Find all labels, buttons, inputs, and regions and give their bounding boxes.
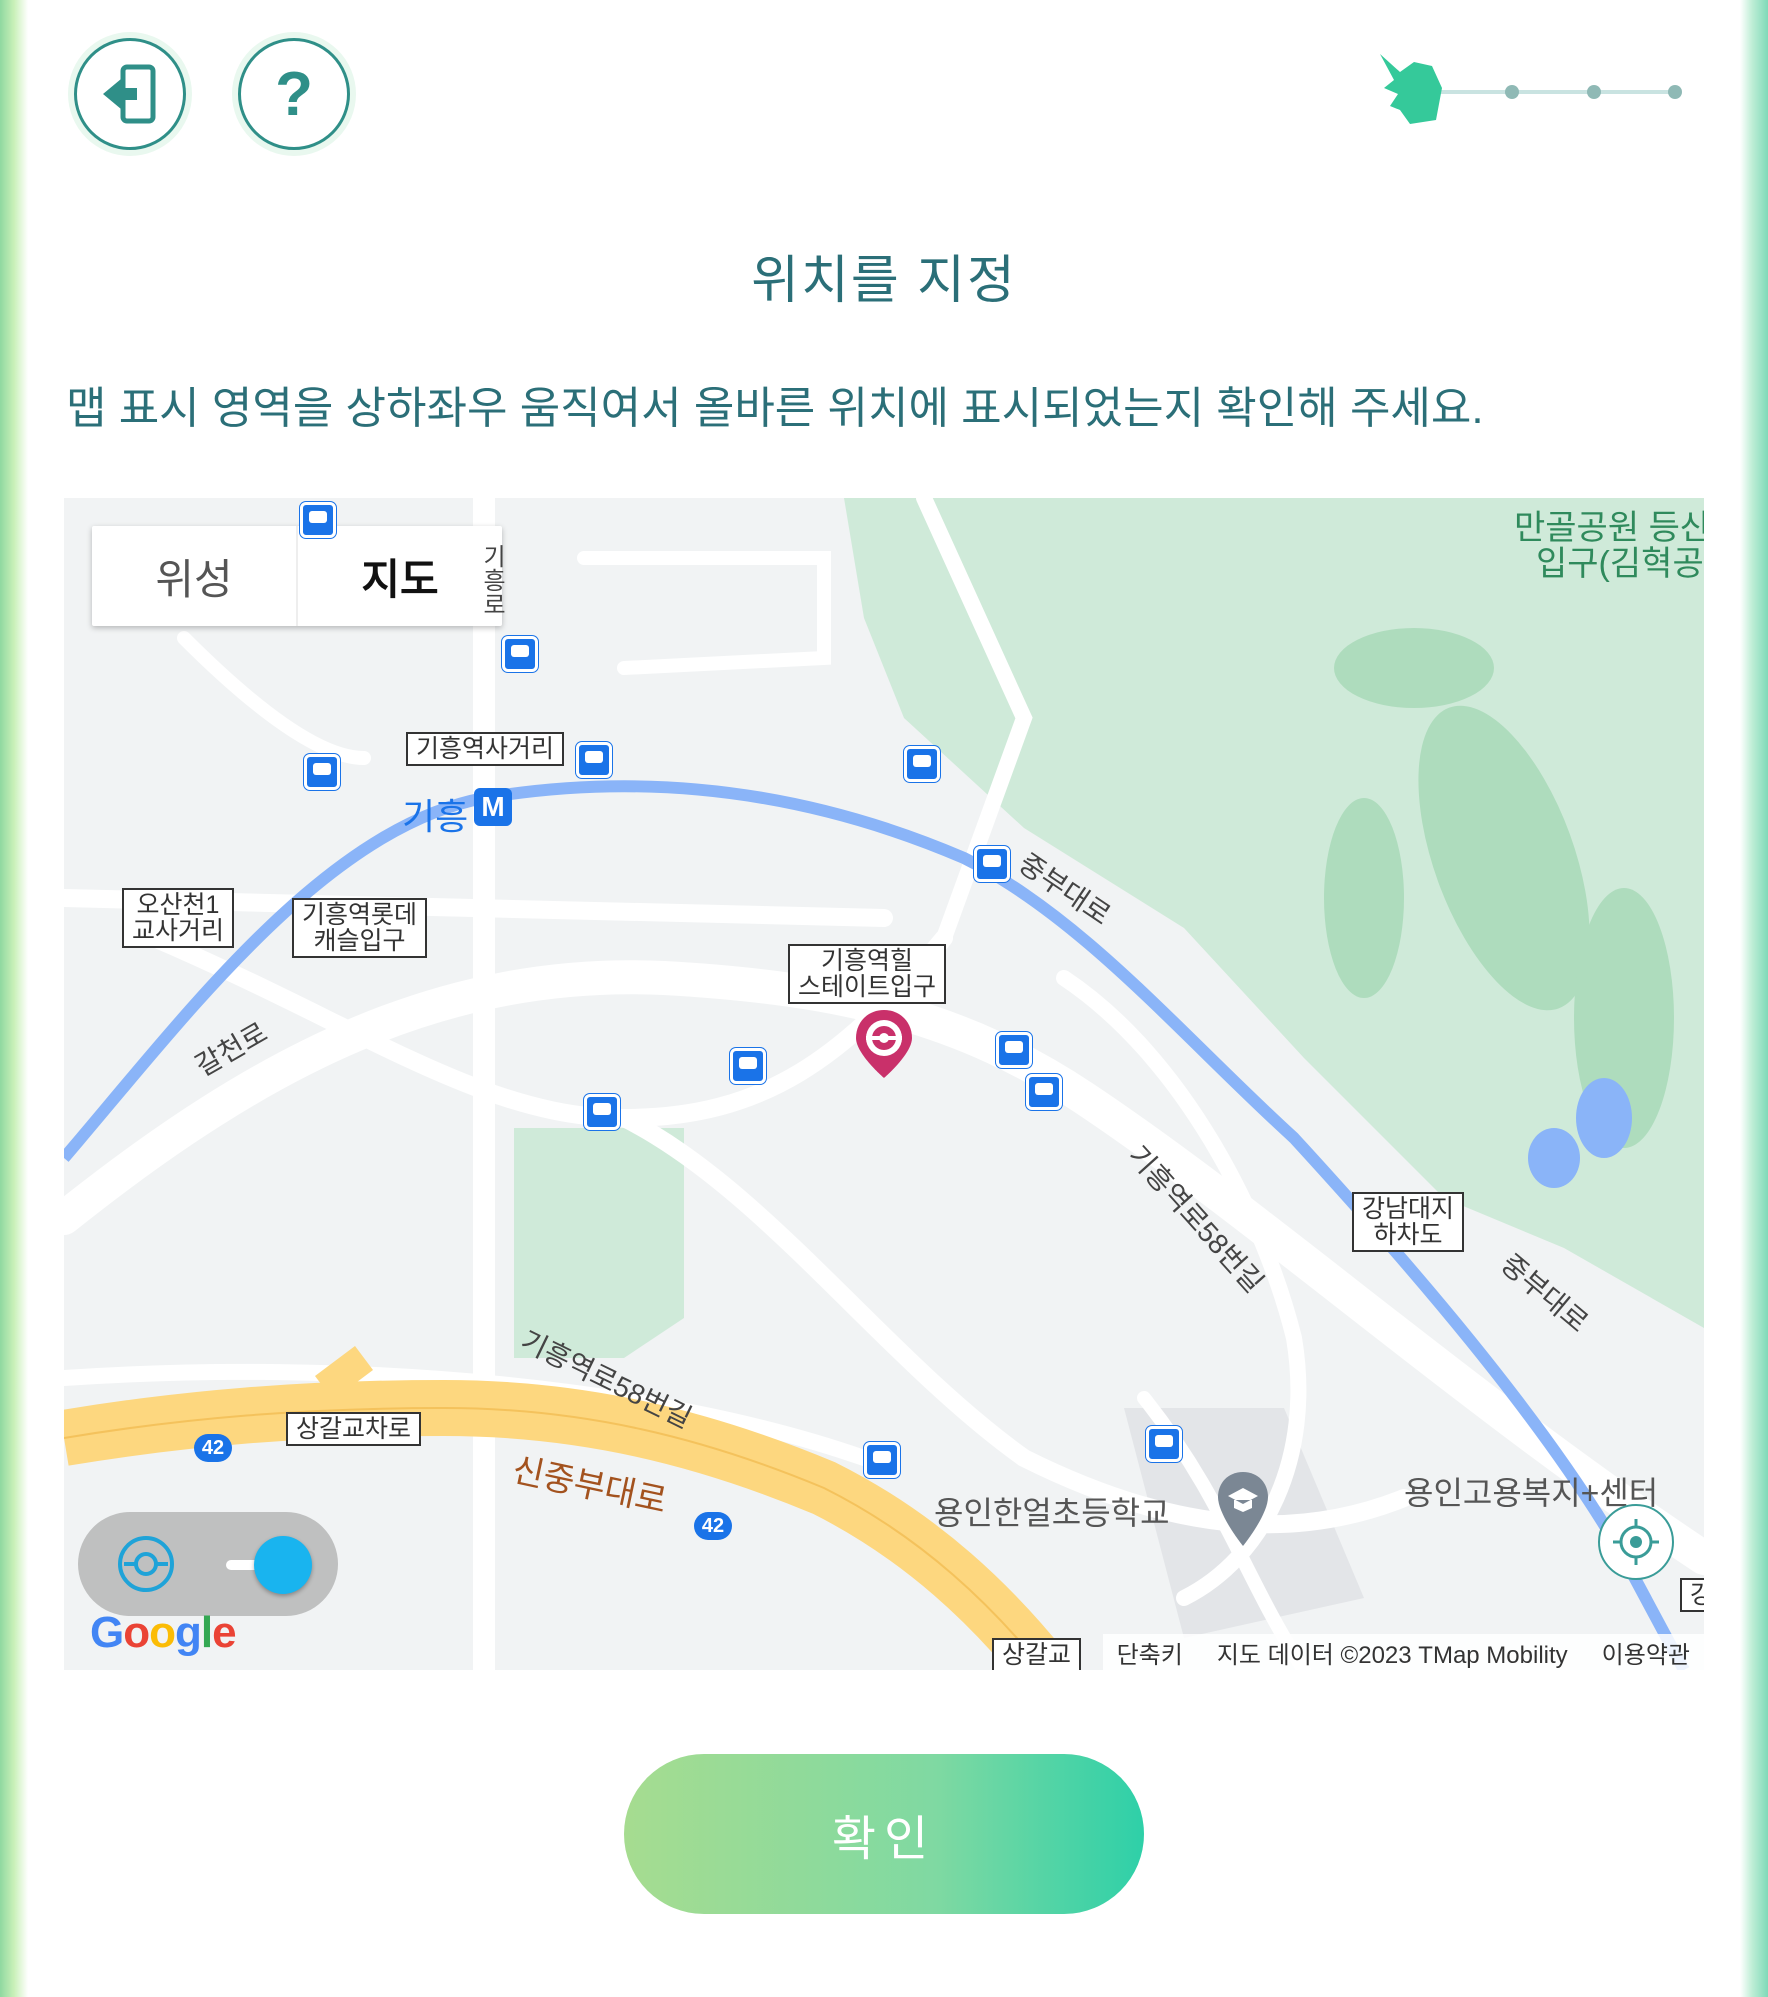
school-icon xyxy=(1218,1472,1268,1546)
osancheon-label: 오산천1 교사거리 xyxy=(122,888,235,948)
shortcuts-link[interactable]: 단축키 xyxy=(1117,1635,1183,1670)
map-data-text: 지도 데이터 ©2023 TMap Mobility xyxy=(1216,1641,1568,1669)
help-button[interactable]: ? xyxy=(238,38,350,150)
map-view[interactable]: 위성 지도 만골공원 등산 입구(김혁공 기흥역사거리 기흥 M 오산천1 교사… xyxy=(64,498,1704,1670)
osancheon-line2: 교사거리 xyxy=(132,917,225,945)
confirm-button[interactable]: 확인 xyxy=(624,1754,1144,1914)
exit-icon xyxy=(103,64,156,124)
sanggal-partial-label: 상갈교 xyxy=(992,1638,1082,1670)
gangnam-line2: 하차도 xyxy=(1373,1221,1443,1249)
pokestop-toggle-icon xyxy=(118,1536,174,1592)
station-intersection-label: 기흥역사거리 xyxy=(406,732,565,766)
bus-stop-icon xyxy=(584,1094,620,1130)
map-tab[interactable]: 지도 xyxy=(296,526,502,626)
hillstate-label: 기흥역힐 스테이트입구 xyxy=(788,944,947,1004)
question-icon: ? xyxy=(275,59,313,129)
map-attribution: 단축키 지도 데이터 ©2023 TMap Mobility 이용약관 xyxy=(1102,1634,1704,1670)
satellite-tab[interactable]: 위성 xyxy=(92,526,296,626)
bus-stop-icon xyxy=(974,846,1010,882)
page-title: 위치를 지정 xyxy=(751,252,1017,310)
hillstate-line2: 스테이트입구 xyxy=(798,973,937,1001)
gangnam-label: 강남대지 하차도 xyxy=(1352,1192,1465,1252)
school-label: 용인한얼초등학교 xyxy=(934,1495,1170,1531)
pikachu-silhouette-icon xyxy=(1380,54,1442,124)
map-type-toggle[interactable]: 위성 지도 xyxy=(92,526,502,626)
gangnam-line1: 강남대지 xyxy=(1362,1195,1455,1223)
route-42-badge: 42 xyxy=(194,1434,232,1462)
bus-stop-icon xyxy=(1146,1426,1182,1462)
instruction-text: 맵 표시 영역을 상하좌우 움직여서 올바른 위치에 표시되었는지 확인해 주세… xyxy=(66,384,1484,433)
progress-indicator xyxy=(1380,54,1682,124)
toggle-knob[interactable] xyxy=(254,1536,312,1594)
bus-stop-icon xyxy=(996,1032,1032,1068)
pokestop-toggle[interactable] xyxy=(78,1512,338,1616)
park-label-line2: 입구(김혁공 xyxy=(1536,545,1704,583)
lotte-line2: 캐슬입구 xyxy=(313,927,406,955)
hillstate-line1: 기흥역힐 xyxy=(821,947,914,975)
terms-link[interactable]: 이용약관 xyxy=(1602,1635,1690,1670)
park-label: 만골공원 등산 입구(김혁공 xyxy=(1514,510,1704,582)
lotte-line1: 기흥역롯데 xyxy=(302,901,418,929)
subway-icon: M xyxy=(474,788,512,826)
google-logo: Google xyxy=(90,1608,237,1657)
sanggal-label: 상갈교차로 xyxy=(286,1412,422,1446)
bus-stop-icon xyxy=(730,1048,766,1084)
bus-stop-icon xyxy=(576,742,612,778)
pokestop-pin-icon[interactable] xyxy=(854,1008,914,1080)
route-42-badge-2: 42 xyxy=(694,1512,732,1540)
station-label: 기흥 xyxy=(402,796,469,837)
bus-stop-icon xyxy=(502,636,538,672)
park-label-line1: 만골공원 등산 xyxy=(1514,509,1704,547)
bus-stop-icon xyxy=(1026,1074,1062,1110)
bus-stop-icon xyxy=(304,754,340,790)
lotte-castle-label: 기흥역롯데 캐슬입구 xyxy=(292,898,428,958)
exit-button[interactable] xyxy=(74,38,186,150)
bus-stop-icon xyxy=(300,502,336,538)
bus-stop-icon xyxy=(904,746,940,782)
osancheon-line1: 오산천1 xyxy=(136,891,220,919)
my-location-icon xyxy=(1613,1519,1659,1565)
gangnam-partial-label: 강 xyxy=(1680,1578,1704,1612)
my-location-button[interactable] xyxy=(1598,1504,1674,1580)
bus-stop-icon xyxy=(864,1442,900,1478)
giheung-road-label: 기흥로 xyxy=(478,544,505,616)
